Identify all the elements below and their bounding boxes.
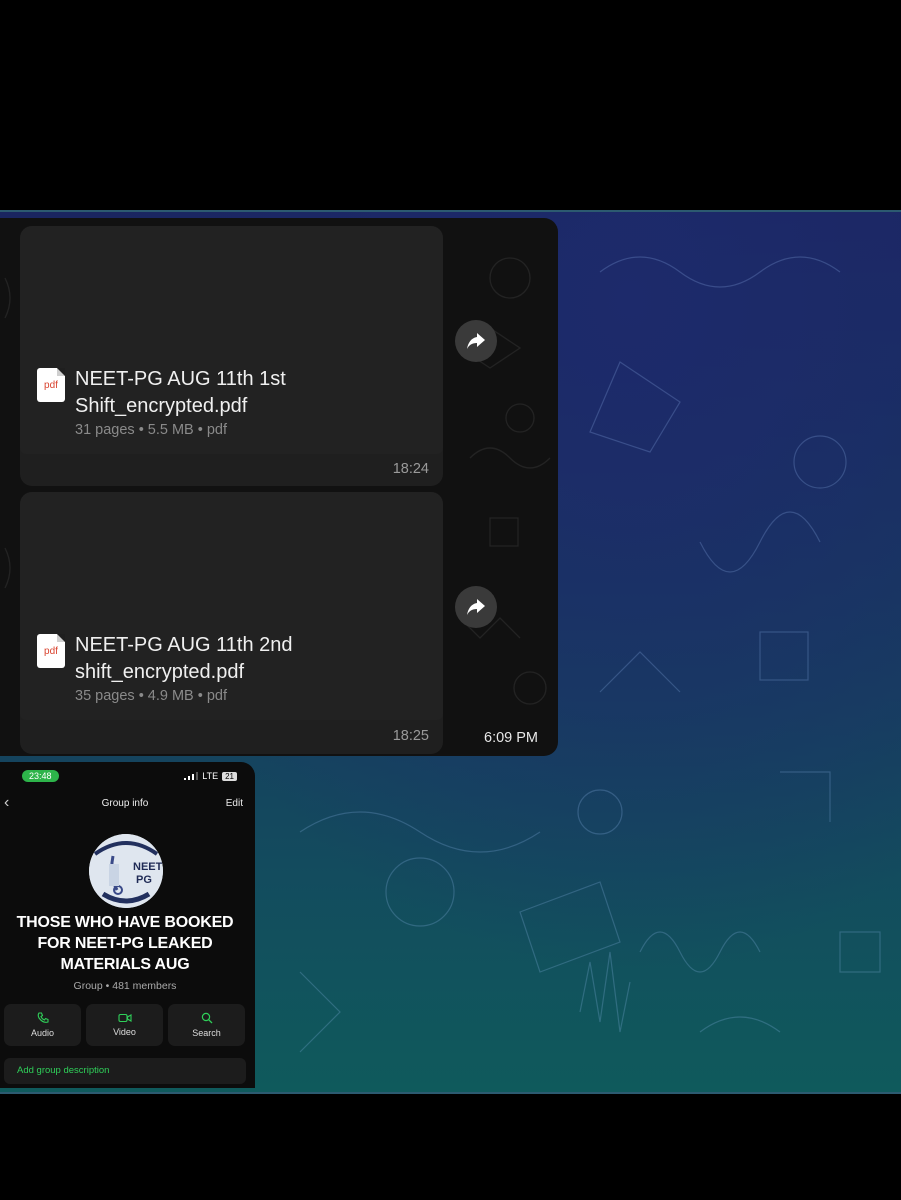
pdf-icon-label: pdf: [44, 645, 58, 657]
forward-arrow-icon: [467, 333, 485, 349]
group-avatar[interactable]: NEET PG: [89, 834, 163, 908]
file-name-line-1: NEET-PG AUG 11th 2nd: [75, 634, 293, 656]
audio-call-button[interactable]: Audio: [4, 1004, 81, 1046]
file-name-line-2: Shift_encrypted.pdf: [75, 395, 248, 417]
file-meta: 31 pages • 5.5 MB • pdf: [75, 422, 228, 438]
audio-label: Audio: [30, 1028, 55, 1038]
file-message-2[interactable]: pdf NEET-PG AUG 11th 2nd shift_encrypted…: [20, 492, 443, 754]
group-member-count: Group • 481 members: [73, 980, 177, 992]
pdf-file-icon: pdf: [37, 634, 65, 668]
group-name-line-1: THOSE WHO HAVE BOOKED: [16, 914, 234, 931]
status-bar-time: 23:48: [22, 770, 59, 782]
group-name: THOSE WHO HAVE BOOKED FOR NEET-PG LEAKED…: [0, 912, 250, 975]
pdf-file-icon: pdf: [37, 368, 65, 402]
signal-icon: [184, 772, 199, 780]
phone-icon: [37, 1012, 49, 1023]
file-name: NEET-PG AUG 11th 2nd shift_encrypted.pdf: [75, 632, 415, 686]
group-name-line-2: FOR NEET-PG LEAKED: [37, 935, 213, 952]
file-message-1[interactable]: pdf NEET-PG AUG 11th 1st Shift_encrypted…: [20, 226, 443, 486]
pdf-icon-label: pdf: [44, 379, 58, 391]
add-group-description-link[interactable]: Add group description: [4, 1058, 246, 1084]
search-icon: [201, 1012, 212, 1024]
phone-group-info-screenshot: 23:48 LTE 21 ‹ Group info Edit NEET PG T…: [0, 762, 255, 1088]
video-call-button[interactable]: Video: [86, 1004, 163, 1046]
battery-icon: 21: [222, 771, 237, 781]
search-button[interactable]: Search: [168, 1004, 245, 1046]
forward-button-2[interactable]: [455, 586, 497, 628]
avatar-text-line-1: NEET: [133, 861, 163, 873]
forward-button-1[interactable]: [455, 320, 497, 362]
group-name-line-3: MATERIALS AUG: [60, 956, 190, 973]
video-icon: [117, 1013, 132, 1023]
file-name: NEET-PG AUG 11th 1st Shift_encrypted.pdf: [75, 366, 415, 420]
message-time: 18:25: [392, 728, 429, 744]
avatar-text-line-2: PG: [136, 874, 152, 886]
edit-button[interactable]: Edit: [226, 798, 243, 809]
file-meta: 35 pages • 4.9 MB • pdf: [75, 688, 228, 704]
group-avatar-image: NEET PG: [89, 834, 163, 908]
video-label: Video: [113, 1027, 136, 1037]
screen-title: Group info: [101, 798, 149, 809]
message-time: 18:24: [392, 461, 429, 477]
file-name-line-2: shift_encrypted.pdf: [75, 661, 244, 683]
search-label: Search: [192, 1028, 221, 1038]
forwarded-chat-panel: pdf NEET-PG AUG 11th 1st Shift_encrypted…: [0, 218, 558, 756]
forward-arrow-icon: [467, 599, 485, 615]
network-type: LTE: [202, 771, 219, 781]
file-name-line-1: NEET-PG AUG 11th 1st: [75, 368, 286, 390]
panel-timestamp: 6:09 PM: [484, 730, 538, 746]
status-bar-indicators: LTE 21: [184, 771, 237, 781]
